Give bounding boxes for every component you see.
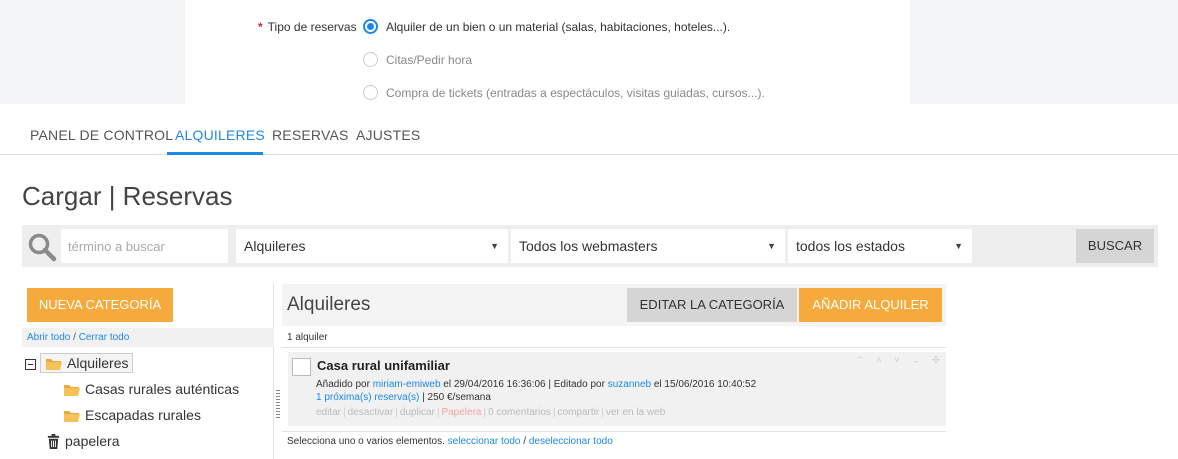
- tree-item-casas-rurales[interactable]: Casas rurales auténticas: [63, 381, 239, 397]
- close-all-link[interactable]: Cerrar todo: [79, 332, 130, 343]
- folder-open-icon: [46, 358, 62, 370]
- collapse-icon[interactable]: [25, 359, 36, 370]
- drag-move-icon[interactable]: ✣: [932, 355, 940, 367]
- search-input[interactable]: [61, 229, 228, 263]
- radio-button[interactable]: [363, 52, 378, 67]
- radio-button[interactable]: [363, 85, 378, 100]
- editor-link[interactable]: suzanneb: [608, 379, 651, 390]
- page-title: Cargar | Reservas: [22, 181, 233, 211]
- trash-action[interactable]: Papelera: [441, 407, 481, 418]
- tab-reservas[interactable]: RESERVAS: [272, 127, 349, 143]
- upcoming-bookings-link[interactable]: 1 próxima(s) reserva(s): [316, 392, 419, 403]
- item-booking-info: 1 próxima(s) reserva(s) | 250 €/semana: [316, 392, 491, 403]
- selection-footer: Selecciona uno o varios elementos. selec…: [282, 431, 946, 451]
- status-select[interactable]: todos los estados ▼: [788, 229, 972, 263]
- list-item: Casa rural unifamiliar ⌃ ˄ ˅ ⌄ ✣ Añadido…: [288, 352, 946, 426]
- radio-option-rental[interactable]: Alquiler de un bien o un material (salas…: [363, 19, 730, 34]
- share-action[interactable]: compartir: [558, 407, 600, 418]
- tab-alquileres[interactable]: ALQUILERES: [175, 127, 265, 143]
- caret-down-icon: ▼: [490, 241, 499, 251]
- tree-item-papelera[interactable]: papelera: [46, 433, 120, 449]
- comments-action[interactable]: 0 comentarios: [488, 407, 551, 418]
- items-panel: Alquileres EDITAR LA CATEGORÍA AÑADIR AL…: [282, 284, 946, 459]
- tree-item-alquileres[interactable]: Alquileres: [40, 353, 134, 373]
- category-title: Alquileres: [287, 294, 371, 315]
- caret-down-icon: ▼: [954, 241, 963, 251]
- reservation-type-label: * Tipo de reservas: [258, 20, 357, 34]
- category-select[interactable]: Alquileres ▼: [236, 229, 508, 263]
- active-tab-indicator: [167, 152, 263, 155]
- tab-ajustes[interactable]: AJUSTES: [356, 127, 420, 143]
- caret-down-icon: ▼: [767, 241, 776, 251]
- tree-item-escapadas-rurales[interactable]: Escapadas rurales: [63, 407, 201, 423]
- move-down-icon[interactable]: ˅: [894, 355, 899, 367]
- items-panel-header: Alquileres EDITAR LA CATEGORÍA AÑADIR AL…: [282, 284, 946, 326]
- item-title[interactable]: Casa rural unifamiliar: [317, 358, 450, 373]
- required-mark: *: [258, 20, 263, 34]
- search-button[interactable]: BUSCAR: [1076, 229, 1154, 263]
- duplicate-action[interactable]: duplicar: [400, 407, 435, 418]
- open-all-link[interactable]: Abrir todo: [27, 332, 70, 343]
- move-up-icon[interactable]: ˄: [876, 355, 881, 367]
- edit-action[interactable]: editar: [316, 407, 341, 418]
- view-on-web-action[interactable]: ver en la web: [606, 407, 665, 418]
- tree-toggle-links: Abrir todo / Cerrar todo: [22, 328, 274, 347]
- main-tabs: PANEL DE CONTROL ALQUILERES RESERVAS AJU…: [0, 104, 1178, 155]
- select-all-link[interactable]: seleccionar todo: [448, 436, 521, 447]
- item-count: 1 alquiler: [282, 328, 946, 348]
- item-meta: Añadido por miriam-emiweb el 29/04/2016 …: [316, 379, 757, 390]
- trash-icon: [47, 433, 60, 449]
- move-bottom-icon[interactable]: ⌄: [912, 355, 920, 367]
- item-reorder-controls[interactable]: ⌃ ˄ ˅ ⌄ ✣: [850, 355, 946, 367]
- radio-option-tickets[interactable]: Compra de tickets (entradas a espectácul…: [363, 85, 765, 100]
- edit-category-button[interactable]: EDITAR LA CATEGORÍA: [627, 288, 797, 322]
- author-link[interactable]: miriam-emiweb: [373, 379, 441, 390]
- deactivate-action[interactable]: desactivar: [348, 407, 394, 418]
- filter-bar: Alquileres ▼ Todos los webmasters ▼ todo…: [22, 225, 1158, 267]
- move-top-icon[interactable]: ⌃: [856, 355, 864, 367]
- webmaster-select[interactable]: Todos los webmasters ▼: [511, 229, 785, 263]
- folder-open-icon: [64, 410, 80, 422]
- new-category-button[interactable]: NUEVA CATEGORÍA: [27, 288, 173, 322]
- radio-option-appointments[interactable]: Citas/Pedir hora: [363, 52, 472, 67]
- tab-panel-de-control[interactable]: PANEL DE CONTROL: [30, 127, 173, 143]
- item-actions: editar | desactivar | duplicar | Papelera | 0 co…: [316, 407, 666, 418]
- radio-button-selected[interactable]: [363, 19, 378, 34]
- item-checkbox[interactable]: [292, 358, 311, 376]
- deselect-all-link[interactable]: deseleccionar todo: [529, 436, 613, 447]
- folder-open-icon: [64, 384, 80, 396]
- search-icon: [28, 233, 57, 262]
- panel-resize-handle[interactable]: [276, 390, 280, 420]
- add-rental-button[interactable]: AÑADIR ALQUILER: [799, 288, 942, 322]
